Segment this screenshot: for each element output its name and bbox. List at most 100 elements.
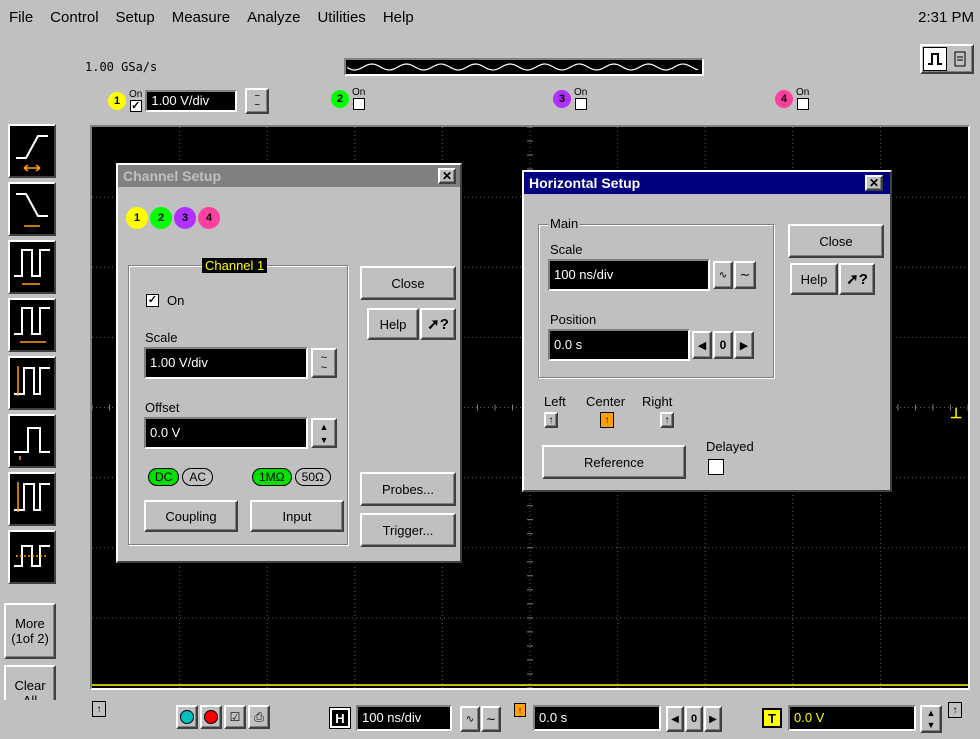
timebase-fine-button[interactable]: ∿ <box>460 706 480 732</box>
offset-up-icon[interactable]: ▲ <box>313 420 335 433</box>
time-reference-marker-icon: ↑ <box>92 701 106 717</box>
trigger-button[interactable]: Trigger... <box>360 513 456 547</box>
coupling-button[interactable]: Coupling <box>144 500 238 532</box>
trigger-level-down-icon[interactable]: ▼ <box>922 719 940 731</box>
channel-3-badge[interactable]: 3 <box>553 90 571 108</box>
coupling-dc-option[interactable]: DC <box>148 468 180 486</box>
hscale-coarse-button[interactable]: ∼ <box>734 261 756 289</box>
channel-3-on-toggle[interactable]: On <box>574 88 587 110</box>
channel-1-badge[interactable]: 1 <box>108 92 126 110</box>
delay-tool[interactable] <box>8 530 56 584</box>
autoscale-icon[interactable]: ☑ <box>224 705 246 729</box>
channel-on-row[interactable]: ✓ On <box>146 293 184 308</box>
trigger-level-up-icon[interactable]: ▲ <box>922 707 940 719</box>
horizontal-badge[interactable]: H <box>329 707 351 729</box>
reference-left-option[interactable]: ↑ <box>544 412 558 428</box>
channel-2-badge[interactable]: 2 <box>331 90 349 108</box>
menu-utilities[interactable]: Utilities <box>308 9 373 26</box>
position-field[interactable]: 0.0 s <box>548 329 690 361</box>
falling-edge-trigger-tool[interactable] <box>8 182 56 236</box>
coupling-ac-option[interactable]: AC <box>182 468 214 486</box>
channel-1-checkbox[interactable]: ✓ <box>129 100 142 112</box>
timebase-field[interactable]: 100 ns/div <box>356 705 452 731</box>
channel-1-on-toggle[interactable]: On ✓ <box>129 90 142 112</box>
channel-close-button[interactable]: Close <box>360 266 456 300</box>
print-icon[interactable]: ⎙ <box>248 705 270 729</box>
window-mode-toggle[interactable] <box>920 44 974 74</box>
channel-tab-1[interactable]: 1 <box>126 207 148 229</box>
overshoot-tool[interactable] <box>8 472 56 526</box>
menu-control[interactable]: Control <box>41 9 106 26</box>
horizontal-setup-titlebar[interactable]: Horizontal Setup <box>524 172 890 194</box>
delay-field[interactable]: 0.0 s <box>533 705 661 731</box>
single-icon[interactable] <box>176 705 198 729</box>
scale-adjust-button[interactable]: ~ ~ <box>311 348 337 378</box>
channel-4-checkbox[interactable] <box>796 98 809 110</box>
probes-button[interactable]: Probes... <box>360 472 456 506</box>
delay-left-icon[interactable]: ◀ <box>666 706 684 732</box>
delayed-label: Delayed <box>706 439 754 454</box>
scale-field[interactable]: 1.00 V/div <box>144 347 308 379</box>
reference-center-option[interactable]: ↑ <box>600 412 614 428</box>
period-tool[interactable] <box>8 298 56 352</box>
position-left-icon[interactable]: ◀ <box>692 331 712 359</box>
channel-3-indicator[interactable]: 3 On <box>553 88 587 110</box>
channel-help-button[interactable]: Help <box>367 308 419 340</box>
rise-time-tool[interactable] <box>8 356 56 410</box>
channel-1-scale-adjust[interactable]: ~ ~ <box>245 88 270 114</box>
channel-2-on-toggle[interactable]: On <box>352 88 365 110</box>
channel-tab-3[interactable]: 3 <box>174 207 196 229</box>
reference-button[interactable]: Reference <box>542 445 686 479</box>
delay-right-icon[interactable]: ▶ <box>704 706 722 732</box>
hscale-field[interactable]: 100 ns/div <box>548 259 710 291</box>
input-button[interactable]: Input <box>250 500 344 532</box>
menu-setup[interactable]: Setup <box>107 9 163 26</box>
channel-4-indicator[interactable]: 4 On <box>775 88 809 110</box>
channel-3-checkbox[interactable] <box>574 98 587 110</box>
channel-setup-close-icon[interactable]: ✕ <box>438 168 456 184</box>
menu-measure[interactable]: Measure <box>163 9 238 26</box>
channel-4-badge[interactable]: 4 <box>775 90 793 108</box>
timebase-coarse-button[interactable]: ∼ <box>481 706 501 732</box>
position-right-icon[interactable]: ▶ <box>734 331 754 359</box>
stop-icon[interactable] <box>200 705 222 729</box>
horizontal-close-button[interactable]: Close <box>788 224 884 258</box>
menu-file[interactable]: File <box>0 9 41 26</box>
offset-field[interactable]: 0.0 V <box>144 417 308 449</box>
channel-setup-titlebar[interactable]: Channel Setup <box>118 165 460 187</box>
delayed-checkbox[interactable] <box>708 459 724 475</box>
impedance-50-option[interactable]: 50Ω <box>294 468 331 486</box>
position-zero-button[interactable]: 0 <box>713 331 733 359</box>
impedance-1m-option[interactable]: 1MΩ <box>252 468 292 486</box>
pulse-width-tool[interactable] <box>8 240 56 294</box>
channel-tab-2[interactable]: 2 <box>150 207 172 229</box>
app-mode-icon[interactable] <box>949 47 971 71</box>
offset-spinner[interactable]: ▲ ▼ <box>311 418 337 448</box>
scope-mode-icon[interactable] <box>923 47 947 71</box>
channel-context-help-icon[interactable]: ➚? <box>420 308 456 340</box>
menu-analyze[interactable]: Analyze <box>238 9 308 26</box>
menu-help[interactable]: Help <box>374 9 422 26</box>
channel-1-scale-field[interactable]: 1.00 V/div <box>145 90 238 112</box>
trigger-badge[interactable]: T <box>762 708 782 728</box>
amplitude-tool[interactable] <box>8 414 56 468</box>
rising-edge-trigger-tool[interactable] <box>8 124 56 178</box>
channel-2-indicator[interactable]: 2 On <box>331 88 365 110</box>
trigger-level-spinner[interactable]: ▲ ▼ <box>920 705 942 733</box>
horizontal-setup-close-icon[interactable]: ✕ <box>865 175 883 191</box>
channel-4-on-toggle[interactable]: On <box>796 88 809 110</box>
acquisition-preview[interactable] <box>344 58 704 76</box>
horizontal-help-button[interactable]: Help <box>790 263 838 295</box>
reference-right-option[interactable]: ↑ <box>660 412 674 428</box>
trigger-level-field[interactable]: 0.0 V <box>788 705 916 731</box>
channel-2-checkbox[interactable] <box>352 98 365 110</box>
delay-zero-button[interactable]: 0 <box>685 706 703 732</box>
horizontal-context-help-icon[interactable]: ➚? <box>839 263 875 295</box>
hscale-fine-button[interactable]: ∿ <box>713 261 733 289</box>
channel-1-indicator[interactable]: 1 On ✓ 1.00 V/div ~ ~ <box>108 88 270 114</box>
channel-tab-4[interactable]: 4 <box>198 207 220 229</box>
offset-down-icon[interactable]: ▼ <box>313 433 335 446</box>
clock: 2:31 PM <box>918 9 974 26</box>
more-button[interactable]: More (1of 2) <box>4 603 56 659</box>
channel-on-checkbox[interactable]: ✓ <box>146 294 159 307</box>
